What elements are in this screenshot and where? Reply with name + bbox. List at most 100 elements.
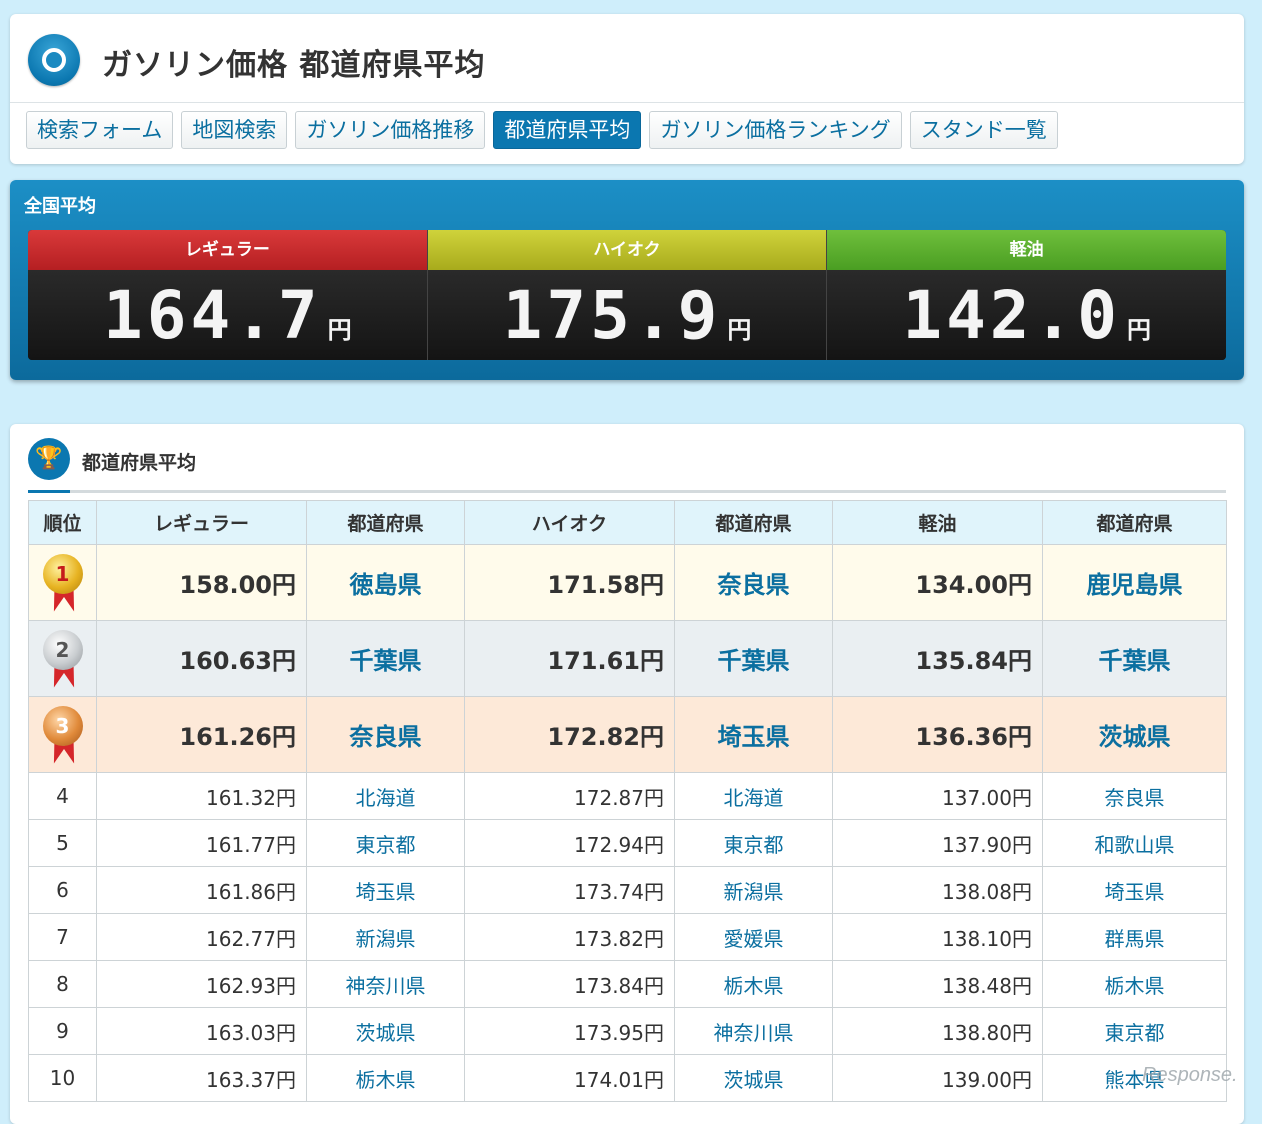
regular-price: 161.77円: [96, 819, 307, 867]
diesel-price: 138.08円: [832, 866, 1043, 914]
high-octane-prefecture-link[interactable]: 新潟県: [674, 866, 833, 914]
diesel-price: 137.90円: [832, 819, 1043, 867]
nav-tabs: 検索フォーム 地図検索 ガソリン価格推移 都道府県平均 ガソリン価格ランキング …: [26, 111, 1058, 151]
rank-number: 4: [28, 772, 97, 820]
high-octane-price: 174.01円: [464, 1054, 675, 1102]
high-octane-prefecture-link[interactable]: 北海道: [674, 772, 833, 820]
regular-prefecture-link[interactable]: 奈良県: [306, 696, 465, 773]
high-octane-prefecture-link[interactable]: 奈良県: [674, 544, 833, 621]
gauge-regular-unit: 円: [327, 315, 352, 344]
high-octane-price: 171.58円: [464, 544, 675, 621]
regular-price: 161.26円: [96, 696, 307, 773]
column-header-regular-prefecture: 都道府県: [306, 500, 465, 545]
regular-prefecture-link[interactable]: 千葉県: [306, 620, 465, 697]
regular-price: 158.00円: [96, 544, 307, 621]
high-octane-price: 173.82円: [464, 913, 675, 961]
ring-icon: [28, 34, 80, 86]
ranking-table: 順位 レギュラー 都道府県 ハイオク 都道府県 軽油 都道府県 1 158.00…: [28, 500, 1227, 1102]
gauge-diesel: 軽油 142.0 円: [827, 230, 1226, 360]
tab-prefecture-average[interactable]: 都道府県平均: [493, 111, 642, 149]
diesel-price: 135.84円: [832, 620, 1043, 697]
tab-price-trend[interactable]: ガソリン価格推移: [295, 111, 486, 149]
diesel-prefecture-link[interactable]: 鹿児島県: [1042, 544, 1227, 621]
regular-prefecture-link[interactable]: 埼玉県: [306, 866, 465, 914]
high-octane-prefecture-link[interactable]: 茨城県: [674, 1054, 833, 1102]
diesel-prefecture-link[interactable]: 栃木県: [1042, 960, 1227, 1008]
gauge-high-octane-value: 175.9: [502, 276, 722, 354]
diesel-prefecture-link[interactable]: 千葉県: [1042, 620, 1227, 697]
medal-number: 3: [42, 705, 83, 746]
tab-map-search[interactable]: 地図検索: [181, 111, 288, 149]
diesel-prefecture-link[interactable]: 奈良県: [1042, 772, 1227, 820]
high-octane-prefecture-link[interactable]: 神奈川県: [674, 1007, 833, 1055]
regular-price: 162.93円: [96, 960, 307, 1008]
diesel-prefecture-link[interactable]: 東京都: [1042, 1007, 1227, 1055]
diesel-prefecture-link[interactable]: 群馬県: [1042, 913, 1227, 961]
regular-prefecture-link[interactable]: 神奈川県: [306, 960, 465, 1008]
tab-price-ranking[interactable]: ガソリン価格ランキング: [649, 111, 902, 149]
high-octane-price: 173.95円: [464, 1007, 675, 1055]
rank-number: 5: [28, 819, 97, 867]
high-octane-price: 172.94円: [464, 819, 675, 867]
gauge-regular-value: 164.7: [102, 276, 322, 354]
rank-number: 10: [28, 1054, 97, 1102]
regular-prefecture-link[interactable]: 徳島県: [306, 544, 465, 621]
gauge-diesel-value: 142.0: [902, 276, 1122, 354]
table-row: 10 163.37円 栃木県 174.01円 茨城県 139.00円 熊本県: [28, 1054, 1227, 1102]
national-average-panel: 全国平均 レギュラー 164.7 円 ハイオク 175.9 円 軽油 142.0…: [10, 180, 1244, 380]
regular-price: 161.32円: [96, 772, 307, 820]
column-header-high-octane: ハイオク: [464, 500, 675, 545]
table-row: 8 162.93円 神奈川県 173.84円 栃木県 138.48円 栃木県: [28, 960, 1227, 1008]
price-board: レギュラー 164.7 円 ハイオク 175.9 円 軽油 142.0 円: [28, 230, 1226, 360]
ranking-title: 都道府県平均: [82, 452, 197, 474]
gauge-regular-label: レギュラー: [28, 230, 427, 270]
gauge-regular: レギュラー 164.7 円: [28, 230, 428, 360]
column-header-regular: レギュラー: [96, 500, 307, 545]
table-row: 3 161.26円 奈良県 172.82円 埼玉県 136.36円 茨城県: [28, 696, 1227, 773]
regular-price: 161.86円: [96, 866, 307, 914]
high-octane-prefecture-link[interactable]: 埼玉県: [674, 696, 833, 773]
regular-price: 160.63円: [96, 620, 307, 697]
column-header-rank: 順位: [28, 500, 97, 545]
diesel-price: 134.00円: [832, 544, 1043, 621]
page-title: ガソリン価格 都道府県平均: [102, 48, 486, 83]
tab-search-form[interactable]: 検索フォーム: [26, 111, 174, 149]
regular-prefecture-link[interactable]: 新潟県: [306, 913, 465, 961]
high-octane-prefecture-link[interactable]: 愛媛県: [674, 913, 833, 961]
trophy-icon: 🏆: [28, 438, 70, 480]
rank-number: 6: [28, 866, 97, 914]
high-octane-prefecture-link[interactable]: 東京都: [674, 819, 833, 867]
regular-prefecture-link[interactable]: 東京都: [306, 819, 465, 867]
diesel-prefecture-link[interactable]: 和歌山県: [1042, 819, 1227, 867]
tab-station-list[interactable]: スタンド一覧: [909, 111, 1058, 149]
high-octane-prefecture-link[interactable]: 千葉県: [674, 620, 833, 697]
diesel-prefecture-link[interactable]: 茨城県: [1042, 696, 1227, 773]
regular-prefecture-link[interactable]: 北海道: [306, 772, 465, 820]
rank-cell: 2: [28, 620, 97, 697]
heading-accent-bar: [28, 490, 70, 493]
gauge-diesel-label: 軽油: [827, 230, 1226, 270]
regular-prefecture-link[interactable]: 茨城県: [306, 1007, 465, 1055]
gauge-high-octane-display: 175.9 円: [427, 270, 827, 360]
national-average-title: 全国平均: [24, 196, 96, 217]
diesel-prefecture-link[interactable]: 埼玉県: [1042, 866, 1227, 914]
table-row: 7 162.77円 新潟県 173.82円 愛媛県 138.10円 群馬県: [28, 913, 1227, 961]
table-row: 2 160.63円 千葉県 171.61円 千葉県 135.84円 千葉県: [28, 620, 1227, 697]
table-row: 9 163.03円 茨城県 173.95円 神奈川県 138.80円 東京都: [28, 1007, 1227, 1055]
regular-prefecture-link[interactable]: 栃木県: [306, 1054, 465, 1102]
gold-medal-icon: 1: [41, 552, 85, 614]
gauge-high-octane-label: ハイオク: [427, 230, 827, 270]
regular-price: 163.03円: [96, 1007, 307, 1055]
rank-cell: 3: [28, 696, 97, 773]
table-header-row: 順位 レギュラー 都道府県 ハイオク 都道府県 軽油 都道府県: [28, 500, 1227, 545]
prefecture-ranking-section: 🏆 都道府県平均 順位 レギュラー 都道府県 ハイオク 都道府県 軽油 都道府県: [10, 424, 1244, 1124]
column-header-high-octane-prefecture: 都道府県: [674, 500, 833, 545]
diesel-price: 136.36円: [832, 696, 1043, 773]
medal-number: 1: [42, 553, 83, 594]
title-row: ガソリン価格 都道府県平均: [10, 14, 1244, 103]
rank-cell: 1: [28, 544, 97, 621]
high-octane-price: 173.84円: [464, 960, 675, 1008]
regular-price: 162.77円: [96, 913, 307, 961]
medal-number: 2: [42, 629, 83, 670]
high-octane-prefecture-link[interactable]: 栃木県: [674, 960, 833, 1008]
